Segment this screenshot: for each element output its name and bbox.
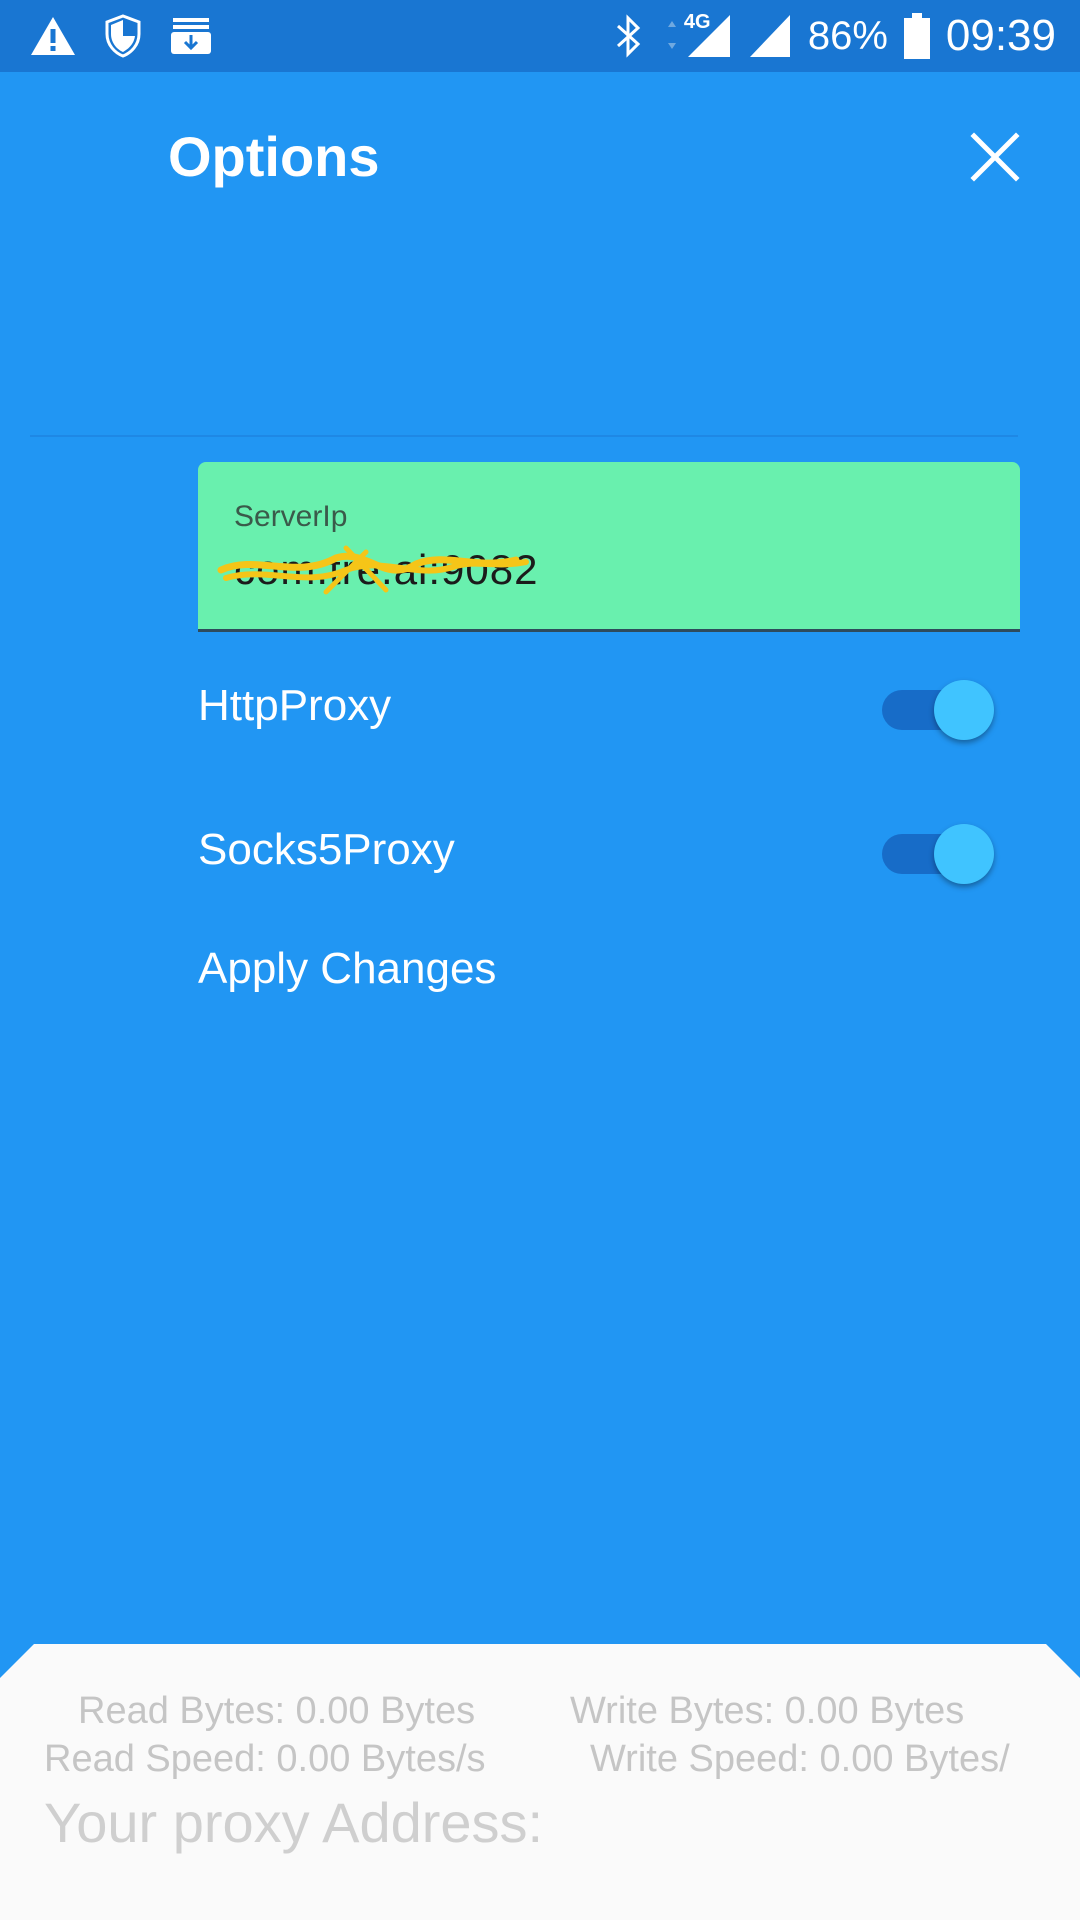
shield-icon <box>104 14 142 58</box>
download-tray-icon <box>170 16 212 56</box>
socks5-proxy-label: Socks5Proxy <box>198 825 455 874</box>
status-bar-left <box>30 14 212 58</box>
header-divider <box>30 435 1018 437</box>
proxy-address-label: Your proxy Address: <box>44 1791 544 1854</box>
apply-changes-button[interactable]: Apply Changes <box>198 944 496 994</box>
switch-thumb <box>934 680 994 740</box>
stats-panel: Read Bytes: 0.00 Bytes Write Bytes: 0.00… <box>0 1644 1080 1920</box>
http-proxy-label: HttpProxy <box>198 681 392 730</box>
signal-4g-icon: 4G <box>660 11 732 59</box>
clock: 09:39 <box>945 11 1056 60</box>
write-speed: Write Speed: 0.00 Bytes/ <box>590 1738 1010 1780</box>
socks5-proxy-switch[interactable] <box>882 824 994 884</box>
status-bar: 4G 86% 09:39 <box>0 0 1080 72</box>
write-bytes: Write Bytes: 0.00 Bytes <box>570 1690 965 1732</box>
network-type-label: 4G <box>683 11 711 33</box>
close-button[interactable] <box>968 130 1022 184</box>
redaction-scribble <box>217 545 529 595</box>
bluetooth-icon <box>614 14 644 58</box>
http-proxy-switch[interactable] <box>882 680 994 740</box>
read-speed: Read Speed: 0.00 Bytes/s <box>44 1738 486 1780</box>
page-title: Options <box>168 125 380 188</box>
warning-icon <box>30 15 76 57</box>
http-proxy-row: HttpProxy <box>198 656 1020 756</box>
battery-icon <box>903 13 930 59</box>
switch-thumb <box>934 824 994 884</box>
server-ip-label: ServerIp <box>234 500 348 533</box>
status-bar-right: 4G 86% 09:39 <box>614 10 1056 62</box>
server-ip-field[interactable]: ServerIp com.tre.ai:9082 <box>198 462 1020 632</box>
close-icon <box>970 132 1020 182</box>
stats-bottom-sheet: Read Bytes: 0.00 Bytes Write Bytes: 0.00… <box>0 1644 1080 1920</box>
battery-percent: 86% <box>807 13 888 58</box>
read-bytes: Read Bytes: 0.00 Bytes <box>78 1690 476 1732</box>
socks5-proxy-row: Socks5Proxy <box>198 800 1020 900</box>
signal-icon <box>748 13 792 59</box>
